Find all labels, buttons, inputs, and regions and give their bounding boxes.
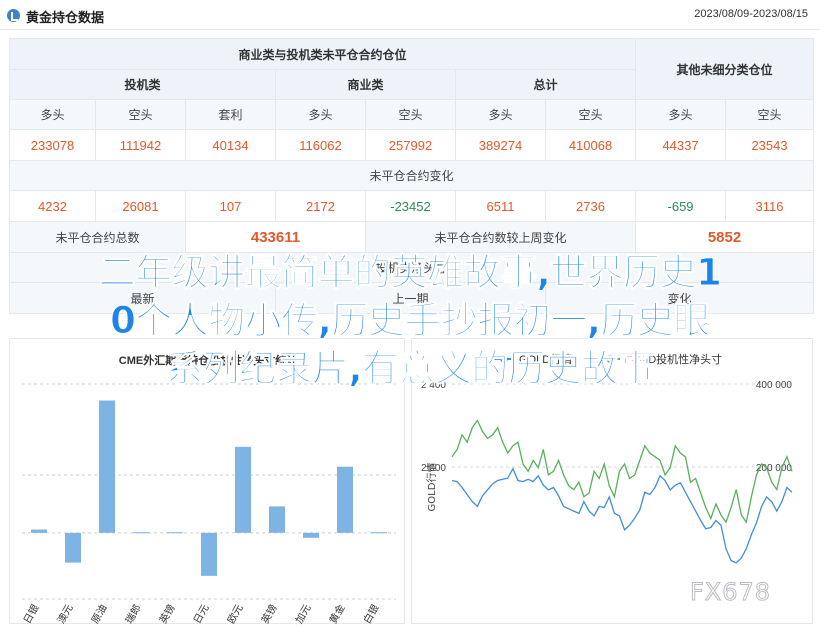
overlay-line-1: 二年级讲最简单的英雄故事,世界历史1: [98, 251, 722, 295]
overlay-line-2: 0个人物小传,历史手抄报初一,历史眼: [110, 299, 711, 343]
x-tick-label: 日元: [192, 603, 212, 625]
col-long: 多头: [635, 99, 727, 130]
oi-change-value: 5852: [635, 221, 815, 253]
change-cell: 2736: [544, 190, 637, 222]
value-cell: 23543: [725, 129, 815, 161]
bar-日银: [31, 529, 47, 533]
value-cell: 116062: [275, 129, 366, 161]
overlay-headline: 二年级讲最简单的英雄故事,世界历史1 0个人物小传,历史手抄报初一,历史眼 系列…: [0, 249, 820, 393]
change-cell: 26081: [95, 190, 186, 222]
overlay-line-3: 系列纪录片,有意义的历史故事: [165, 347, 655, 391]
bar-日元: [201, 532, 217, 576]
group-header-commercial-speculative: 商业类与投机类未平仓合约仓位: [8, 38, 637, 70]
bar-瑞郎: [133, 532, 149, 534]
value-cell: 40134: [185, 129, 276, 161]
value-cell: 257992: [365, 129, 456, 161]
change-cell: 2172: [275, 190, 366, 222]
date-range: 2023/08/09-2023/08/15: [694, 8, 808, 20]
x-tick-label: 瑞郎: [122, 602, 143, 625]
page-header: 黄金持仓数据 2023/08/09-2023/08/15: [0, 0, 820, 30]
col-short: 空头: [95, 99, 186, 130]
x-tick-label: 澳元: [54, 602, 75, 625]
value-cell: 389274: [455, 129, 546, 161]
oi-change-label: 未平仓合约数较上周变化: [364, 221, 637, 253]
bar-原油: [99, 400, 115, 533]
change-cell: 6511: [455, 190, 546, 222]
change-cell: -659: [635, 190, 727, 222]
col-long: 多头: [455, 99, 546, 130]
gold-positions-page: 黄金持仓数据 2023/08/09-2023/08/15 商业类与投机类未平仓合…: [0, 0, 820, 627]
col-short: 空头: [725, 99, 815, 130]
category-commercial: 商业类: [275, 69, 456, 100]
x-tick-label: 加元: [293, 603, 313, 626]
oi-total-value: 433611: [185, 221, 366, 253]
oi-total-label: 未平仓合约总数: [9, 221, 186, 253]
change-section-title: 未平仓合约变化: [8, 160, 815, 191]
bar-欧元: [235, 446, 251, 533]
value-cell: 44337: [635, 129, 727, 161]
bar-加元: [303, 532, 319, 538]
x-tick-label: 黄金: [326, 602, 347, 625]
change-cell: 3116: [725, 190, 815, 222]
change-cell: 4232: [9, 190, 96, 222]
bar-白银: [371, 532, 387, 534]
bar-英镑: [167, 532, 183, 534]
page-title: 黄金持仓数据: [26, 10, 105, 25]
change-cell: 107: [185, 190, 276, 222]
category-total: 总计: [454, 69, 637, 100]
bar-英镑: [269, 506, 285, 533]
col-spread: 套利: [185, 99, 276, 130]
col-long: 多头: [9, 99, 96, 130]
x-tick-label: 英镑: [258, 602, 279, 625]
change-cell: -23452: [365, 190, 456, 222]
value-cell: 233078: [9, 129, 96, 161]
group-header-other: 其他未细分类仓位: [635, 38, 815, 100]
x-tick-label: 日银: [20, 602, 41, 625]
check-logo-icon: [7, 9, 20, 22]
x-tick-label: 白银: [360, 602, 381, 625]
x-tick-label: 欧元: [225, 603, 245, 626]
bar-澳元: [65, 532, 81, 563]
x-tick-label: 原油: [88, 602, 109, 625]
x-tick-label: 英镑: [156, 602, 177, 625]
bar-黄金: [337, 466, 353, 533]
col-long: 多头: [275, 99, 366, 130]
series-line-gold-net-position: [451, 419, 793, 524]
col-short: 空头: [544, 99, 637, 130]
value-cell: 111942: [95, 129, 186, 161]
col-short: 空头: [365, 99, 456, 130]
category-speculative: 投机类: [9, 69, 276, 100]
series-line-gold-price: [451, 467, 793, 564]
value-cell: 410068: [544, 129, 637, 161]
watermark-logo: FX678: [689, 578, 772, 607]
left-axis-label: GOLD行情: [425, 463, 438, 512]
